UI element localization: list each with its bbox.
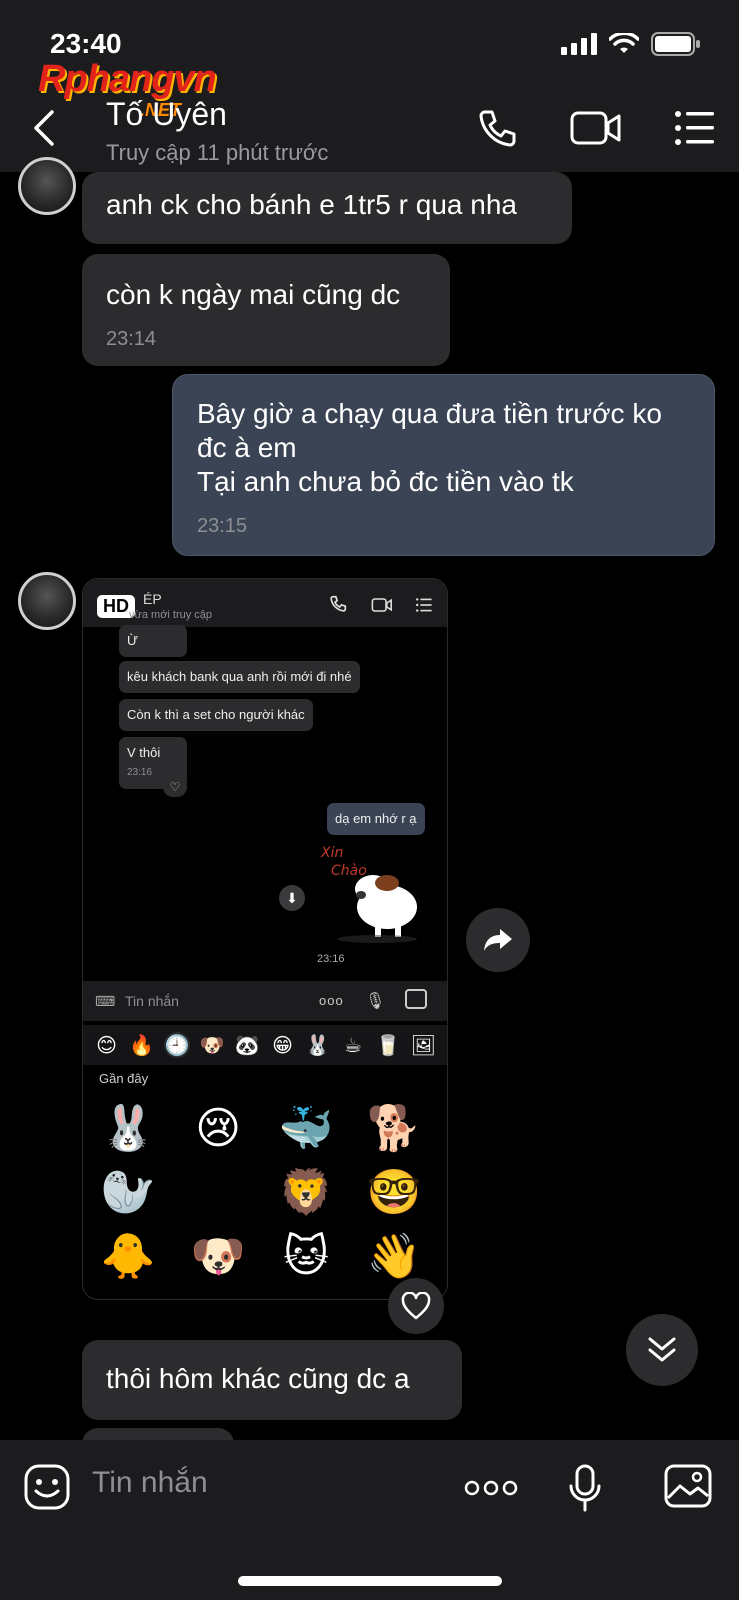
inner-emoji-tabs: 😊 🔥 🕘 🐶 🐼 😁 🐰 ☕ 🥛 🖼	[83, 1025, 447, 1065]
message-bubble[interactable]: thôi hôm khác cũng dc a	[82, 1340, 462, 1420]
message-text: còn k ngày mai cũng dc	[106, 279, 401, 310]
status-time: 23:40	[50, 28, 122, 59]
video-call-icon[interactable]	[570, 108, 622, 148]
xin-chao-dog-sticker: Xin Chào	[320, 845, 417, 943]
emoji-tab: 🔥	[129, 1034, 155, 1057]
double-chevron-down-icon	[648, 1337, 676, 1362]
contact-avatar[interactable]	[18, 157, 76, 215]
inner-heart-icon: ♡	[163, 777, 187, 797]
inner-message: Ừ	[119, 625, 187, 657]
inner-mic-icon: 🎙	[365, 993, 386, 1010]
inner-menu-icon	[416, 598, 432, 612]
sticker-emoji-icon[interactable]	[24, 1464, 70, 1510]
inner-message-text: V thôi	[127, 745, 161, 760]
sticker: 🦁	[278, 1168, 334, 1217]
forward-button[interactable]	[466, 908, 530, 972]
sticker: 🐕	[366, 1104, 422, 1153]
emoji-tab: 🕘	[163, 1032, 190, 1058]
svg-text:Chào: Chào	[331, 863, 367, 879]
watermark-logo: Rphangvn	[38, 58, 217, 100]
message-text: anh ck cho bánh e 1tr5 r qua nha	[106, 189, 517, 220]
back-arrow-icon[interactable]	[28, 108, 60, 148]
emoji-tab: ☕	[343, 1034, 362, 1057]
emoji-tab: 🐶	[199, 1034, 225, 1057]
sticker: 👋	[366, 1232, 422, 1281]
inner-contact-name: ÉP	[143, 591, 162, 607]
inner-input-bar: ⌨ Tin nhắn ooo 🎙	[83, 981, 447, 1021]
phone-call-icon[interactable]	[476, 108, 518, 150]
message-input[interactable]: Tin nhắn	[92, 1466, 208, 1500]
inner-phone-icon	[330, 595, 347, 612]
inner-contact-status: vừa mới truy cập	[129, 609, 213, 621]
message-time: 23:14	[106, 328, 157, 350]
image-message[interactable]: HD ÉP vừa mới truy cập Ừ kêu khách bank …	[82, 578, 448, 1300]
sticker: 🤓	[366, 1168, 422, 1217]
menu-list-icon[interactable]	[674, 108, 716, 148]
emoji-tab: 🥛	[375, 1034, 401, 1057]
message-text-line: Bây giờ a chạy qua đưa tiền trước ko	[197, 398, 662, 429]
sticker: 🐰	[100, 1104, 156, 1153]
react-heart-button[interactable]	[388, 1278, 444, 1334]
emoji-tab: 🐰	[305, 1034, 331, 1057]
image-gallery-icon[interactable]	[664, 1464, 712, 1508]
last-seen-status: Truy cập 11 phút trước	[106, 140, 329, 165]
inner-more-icon: ooo	[319, 993, 344, 1008]
contact-name[interactable]: Tố Uyên	[106, 96, 227, 133]
inner-input-placeholder: Tin nhắn	[125, 993, 179, 1009]
contact-avatar[interactable]	[18, 572, 76, 630]
microphone-icon[interactable]	[568, 1464, 602, 1514]
emoji-tab: 😊	[96, 1034, 118, 1057]
inner-message: Còn k thì a set cho người khác	[119, 699, 313, 731]
forward-arrow-icon	[484, 929, 512, 951]
inner-message-outgoing: dạ em nhớ r ạ	[327, 803, 425, 835]
inner-image-icon	[405, 989, 427, 1009]
sticker-time: 23:16	[317, 953, 345, 965]
sticker: 🐳	[278, 1104, 334, 1153]
heart-icon	[401, 1292, 431, 1320]
sticker: 🦭	[100, 1168, 156, 1217]
message-bubble[interactable]: anh ck cho bánh e 1tr5 r qua nha	[82, 172, 572, 244]
inner-chat-header: HD ÉP vừa mới truy cập	[83, 579, 447, 627]
wifi-icon	[609, 33, 639, 53]
message-time: 23:15	[197, 515, 248, 537]
home-indicator	[238, 1576, 502, 1586]
emoji-tab: 😁	[272, 1034, 293, 1057]
battery-icon	[651, 32, 700, 56]
signal-icon	[561, 33, 597, 55]
emoji-tab: 🐼	[234, 1034, 260, 1057]
inner-video-icon	[371, 598, 392, 612]
sticker: 🐥	[100, 1232, 156, 1281]
recent-stickers-label: Gần đây	[99, 1071, 149, 1086]
more-options-icon[interactable]	[464, 1480, 518, 1496]
emoji-tab: 🖼	[410, 1034, 436, 1057]
message-bubble-outgoing[interactable]: Bây giờ a chạy qua đưa tiền trước ko đc …	[172, 374, 715, 556]
svg-text:Xin: Xin	[320, 845, 343, 861]
message-text-line: Tại anh chưa bỏ đc tiền vào tk	[197, 466, 574, 497]
message-text: thôi hôm khác cũng dc a	[106, 1363, 410, 1394]
download-icon: ⬇	[279, 885, 305, 911]
status-icons	[561, 32, 701, 56]
message-text-line: đc à em	[197, 432, 297, 463]
sticker: 🐱	[283, 1231, 329, 1281]
sticker: 😢	[195, 1103, 241, 1153]
chat-header: 23:40 Rphangvn .NET Tố Uyên Truy cập 11 …	[0, 0, 739, 172]
scroll-to-bottom-button[interactable]	[626, 1314, 698, 1386]
inner-message: kêu khách bank qua anh rồi mới đi nhé	[119, 661, 360, 693]
sticker: 🐶	[190, 1232, 246, 1281]
message-input-bar: Tin nhắn	[0, 1440, 739, 1600]
inner-keyboard-icon: ⌨	[95, 993, 116, 1009]
message-bubble[interactable]: còn k ngày mai cũng dc 23:14	[82, 254, 450, 366]
